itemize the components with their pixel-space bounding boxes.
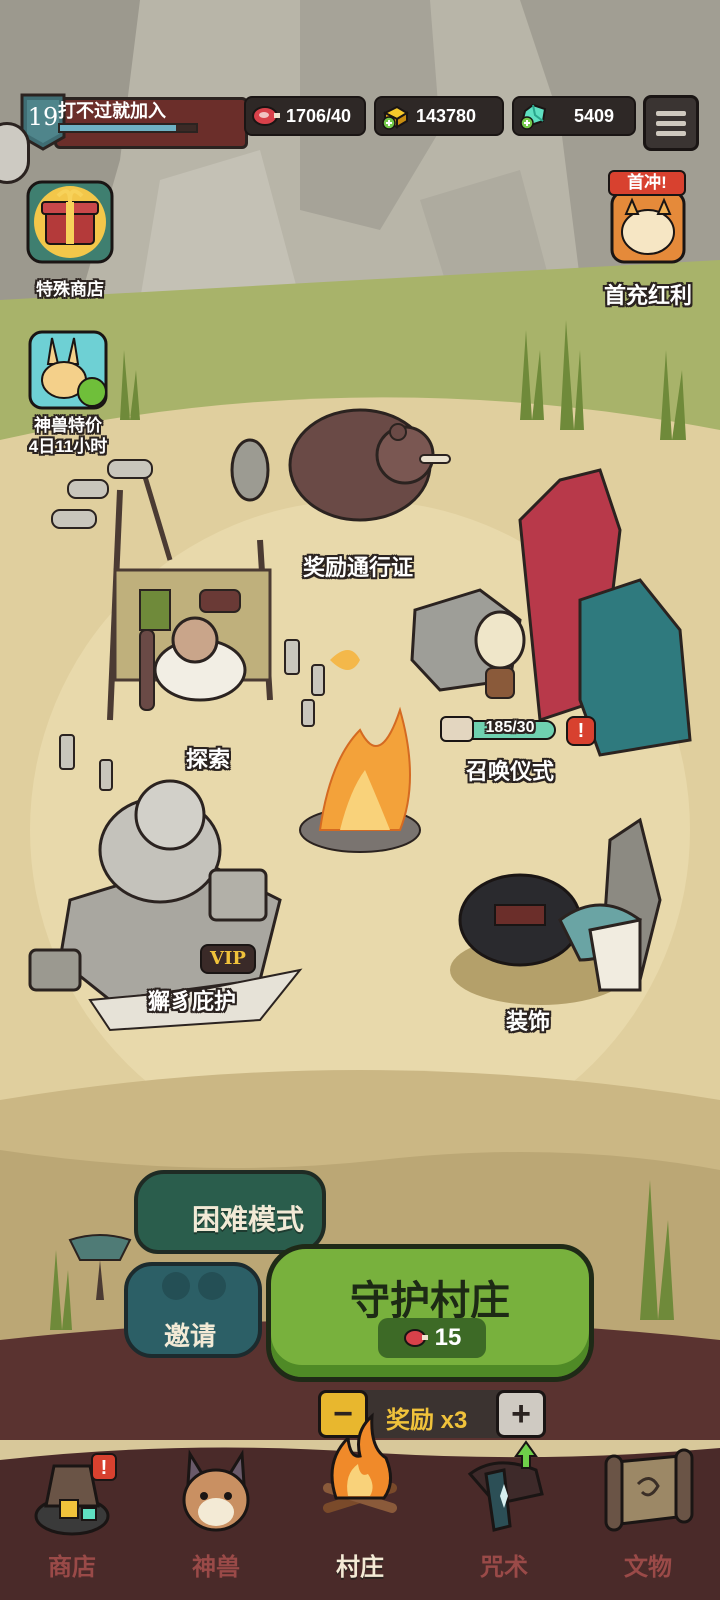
guard-cost: 15 <box>378 1318 486 1358</box>
special-shop-button[interactable] <box>22 172 118 268</box>
nav-relics[interactable]: 文物 <box>576 1440 720 1600</box>
meat-icon <box>403 1329 428 1347</box>
explore-label[interactable]: 探索 <box>186 742 230 774</box>
invite-label: 邀请 <box>164 1321 217 1351</box>
reward-pass-label[interactable]: 奖励通行证 <box>303 550 413 582</box>
meat-value: 1706/40 <box>286 105 352 126</box>
nav-shop[interactable]: ! 商店 <box>0 1440 144 1600</box>
ritual-alert-icon: ! <box>566 716 596 746</box>
rabbit-beast-icon <box>28 330 108 410</box>
menu-bar <box>656 120 686 126</box>
scroll-map-icon <box>604 1448 694 1532</box>
increase-reward-button[interactable]: + <box>496 1390 546 1438</box>
beast-icon <box>182 1449 250 1532</box>
nav-village-label: 村庄 <box>336 1554 384 1581</box>
scroll-icon <box>440 716 474 742</box>
hard-mode-label: 困难模式 <box>192 1204 305 1235</box>
menu-button[interactable] <box>643 95 699 151</box>
nav-shop-label: 商店 <box>48 1554 96 1581</box>
nav-spell[interactable]: 咒术 <box>432 1440 576 1600</box>
nav-relics-label: 文物 <box>624 1554 672 1581</box>
menu-bar <box>656 130 686 136</box>
vip-badge: VIP <box>200 944 256 974</box>
beast-deal-label: 神兽特价 <box>34 416 102 435</box>
xp-progress-bar <box>58 123 198 133</box>
menu-bar <box>656 110 686 116</box>
gold-counter[interactable]: 143780 <box>374 96 504 136</box>
first-recharge-button[interactable]: 首冲! <box>606 170 690 266</box>
svg-text:!: ! <box>101 1457 108 1479</box>
gem-plus-icon <box>514 96 554 136</box>
beast-deal-timer: 4日11小时 <box>28 437 108 456</box>
beast-deal-button[interactable] <box>26 328 110 412</box>
meat-counter[interactable]: 1706/40 <box>244 96 366 136</box>
decor-label[interactable]: 装饰 <box>506 1004 550 1036</box>
gem-counter[interactable]: 5409 <box>512 96 636 136</box>
meat-icon <box>246 96 286 136</box>
campfire-icon <box>323 1412 397 1513</box>
summon-ritual-label[interactable]: 召唤仪式 <box>466 754 554 786</box>
nav-spell-label: 咒术 <box>480 1554 528 1581</box>
guard-cost-value: 15 <box>434 1324 462 1351</box>
ritual-count: 185/30 <box>485 719 535 736</box>
gift-box-icon <box>26 180 114 264</box>
gem-value: 5409 <box>574 105 615 126</box>
guardian-label[interactable]: 獬豸庇护 <box>148 984 236 1016</box>
shop-icon: ! <box>34 1453 117 1536</box>
player-level-panel[interactable]: 19 打不过就加入 <box>14 93 248 153</box>
first-recharge-label: 首充红利 <box>603 283 693 308</box>
spell-icon <box>467 1440 544 1532</box>
nav-beast-label: 神兽 <box>192 1554 240 1581</box>
special-shop-label: 特殊商店 <box>36 280 104 299</box>
nav-beast[interactable]: 神兽 <box>144 1440 288 1600</box>
nav-village[interactable]: 村庄 <box>288 1412 432 1600</box>
bottom-nav: ! 商店 神兽 村庄 咒术 文物 <box>0 1412 720 1600</box>
friends-icon <box>162 1272 226 1300</box>
gold-value: 143780 <box>416 105 477 126</box>
xp-progress-fill <box>60 125 176 131</box>
player-name: 打不过就加入 <box>58 101 166 121</box>
first-recharge-badge: 首冲! <box>608 170 686 196</box>
gold-plus-icon <box>376 96 416 136</box>
